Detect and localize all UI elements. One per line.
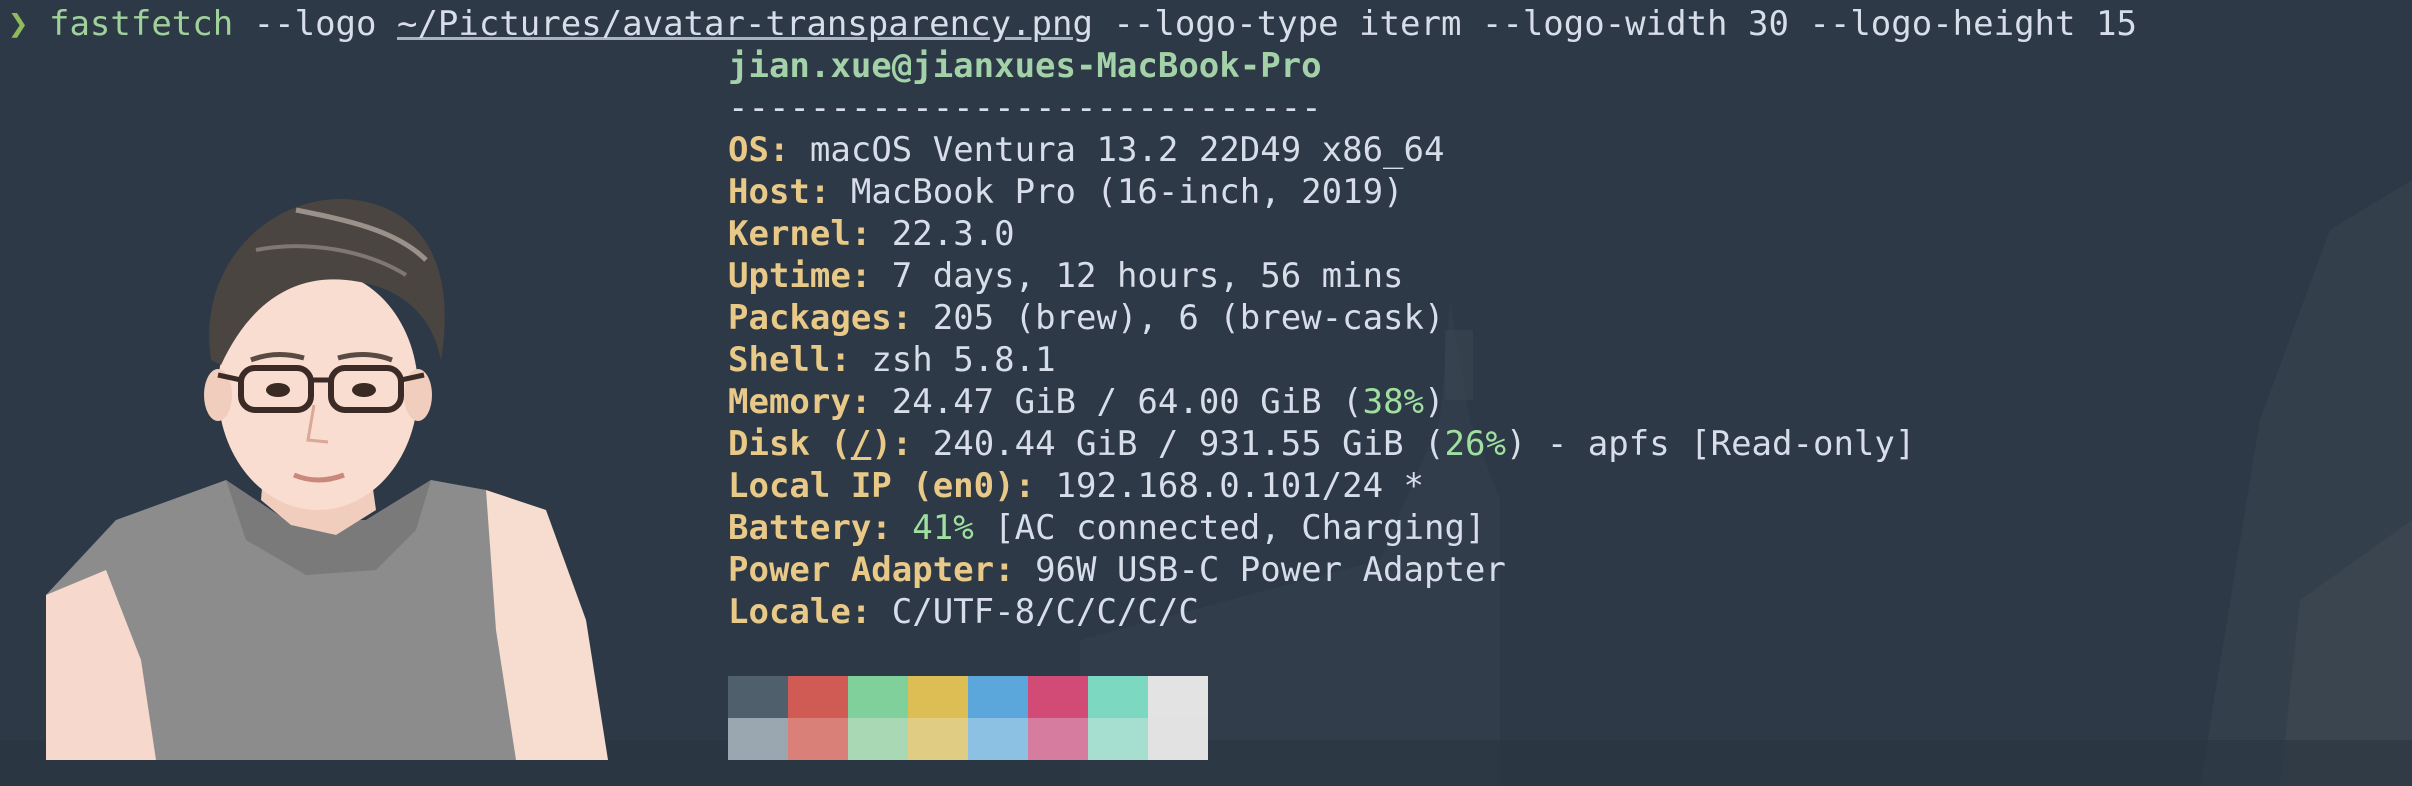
info-row-battery: Battery: 41% [AC connected, Charging] bbox=[728, 508, 1486, 548]
info-key: Power Adapter bbox=[728, 550, 995, 590]
info-key: Kernel bbox=[728, 214, 851, 254]
palette-swatch-bottom-5 bbox=[1028, 718, 1088, 760]
info-key: Local IP (en0) bbox=[728, 466, 1015, 506]
command-program: fastfetch bbox=[48, 4, 234, 44]
palette-swatch-top-3 bbox=[908, 676, 968, 718]
info-value: 205 (brew), 6 (brew-cask) bbox=[912, 298, 1445, 338]
info-value: C/UTF-8/C/C/C/C bbox=[871, 592, 1199, 632]
info-row-packages: Packages: 205 (brew), 6 (brew-cask) bbox=[728, 298, 1445, 338]
info-value: 22.3.0 bbox=[871, 214, 1015, 254]
info-key: OS bbox=[728, 130, 769, 170]
palette-swatch-top-4 bbox=[968, 676, 1028, 718]
prompt-icon: ❯ bbox=[8, 4, 29, 44]
info-value: 192.168.0.101/24 * bbox=[1035, 466, 1424, 506]
palette-swatch-bottom-7 bbox=[1148, 718, 1208, 760]
disk-percent: 26% bbox=[1444, 424, 1506, 464]
command-line: ❯ fastfetch --logo ~/Pictures/avatar-tra… bbox=[8, 4, 2137, 44]
info-row-memory: Memory: 24.47 GiB / 64.00 GiB (38%) bbox=[728, 382, 1445, 422]
info-value: zsh 5.8.1 bbox=[850, 340, 1056, 380]
palette-swatch-bottom-1 bbox=[788, 718, 848, 760]
palette-swatch-top-7 bbox=[1148, 676, 1208, 718]
disk-mount-link[interactable]: / bbox=[851, 424, 871, 464]
info-row-os: OS: macOS Ventura 13.2 22D49 x86_64 bbox=[728, 130, 1445, 170]
command-arg: --logo bbox=[233, 4, 397, 44]
info-row-shell: Shell: zsh 5.8.1 bbox=[728, 340, 1056, 380]
info-row-locale: Locale: C/UTF-8/C/C/C/C bbox=[728, 592, 1199, 632]
info-key: Shell bbox=[728, 340, 831, 380]
palette-swatch-top-0 bbox=[728, 676, 788, 718]
info-key: Uptime bbox=[728, 256, 851, 296]
info-row-local-ip: Local IP (en0): 192.168.0.101/24 * bbox=[728, 466, 1424, 506]
palette-swatch-bottom-3 bbox=[908, 718, 968, 760]
palette-swatch-bottom-6 bbox=[1088, 718, 1148, 760]
info-key: Battery bbox=[728, 508, 872, 548]
logo-path-link[interactable]: ~/Pictures/avatar-transparency.png bbox=[397, 4, 1093, 44]
info-value: MacBook Pro (16-inch, 2019) bbox=[830, 172, 1404, 212]
color-palette bbox=[728, 676, 1208, 760]
palette-swatch-bottom-2 bbox=[848, 718, 908, 760]
palette-swatch-top-2 bbox=[848, 676, 908, 718]
info-row-kernel: Kernel: 22.3.0 bbox=[728, 214, 1015, 254]
palette-swatch-bottom-4 bbox=[968, 718, 1028, 760]
avatar-logo bbox=[46, 199, 608, 760]
info-key: Disk ( bbox=[728, 424, 851, 464]
info-value: 7 days, 12 hours, 56 mins bbox=[871, 256, 1404, 296]
title-separator: ----------------------------- bbox=[728, 88, 1322, 128]
info-row-uptime: Uptime: 7 days, 12 hours, 56 mins bbox=[728, 256, 1404, 296]
info-key: Packages bbox=[728, 298, 892, 338]
command-options: --logo-type iterm --logo-width 30 --logo… bbox=[1092, 4, 2137, 44]
info-row-disk: Disk (/): 240.44 GiB / 931.55 GiB (26%) … bbox=[728, 424, 1916, 464]
info-key: Locale bbox=[728, 592, 851, 632]
info-key: Host bbox=[728, 172, 810, 212]
info-row-power-adapter: Power Adapter: 96W USB-C Power Adapter bbox=[728, 550, 1506, 590]
memory-percent: 38% bbox=[1362, 382, 1425, 422]
info-key: Memory bbox=[728, 382, 851, 422]
palette-swatch-top-6 bbox=[1088, 676, 1148, 718]
palette-swatch-top-5 bbox=[1028, 676, 1088, 718]
palette-swatch-bottom-0 bbox=[728, 718, 788, 760]
user-host-title: jian.xue@jianxues-MacBook-Pro bbox=[728, 46, 1322, 86]
battery-percent: 41% bbox=[912, 508, 974, 548]
palette-swatch-top-1 bbox=[788, 676, 848, 718]
info-value: macOS Ventura 13.2 22D49 x86_64 bbox=[789, 130, 1445, 170]
info-row-host: Host: MacBook Pro (16-inch, 2019) bbox=[728, 172, 1404, 212]
info-value: 96W USB-C Power Adapter bbox=[1014, 550, 1506, 590]
